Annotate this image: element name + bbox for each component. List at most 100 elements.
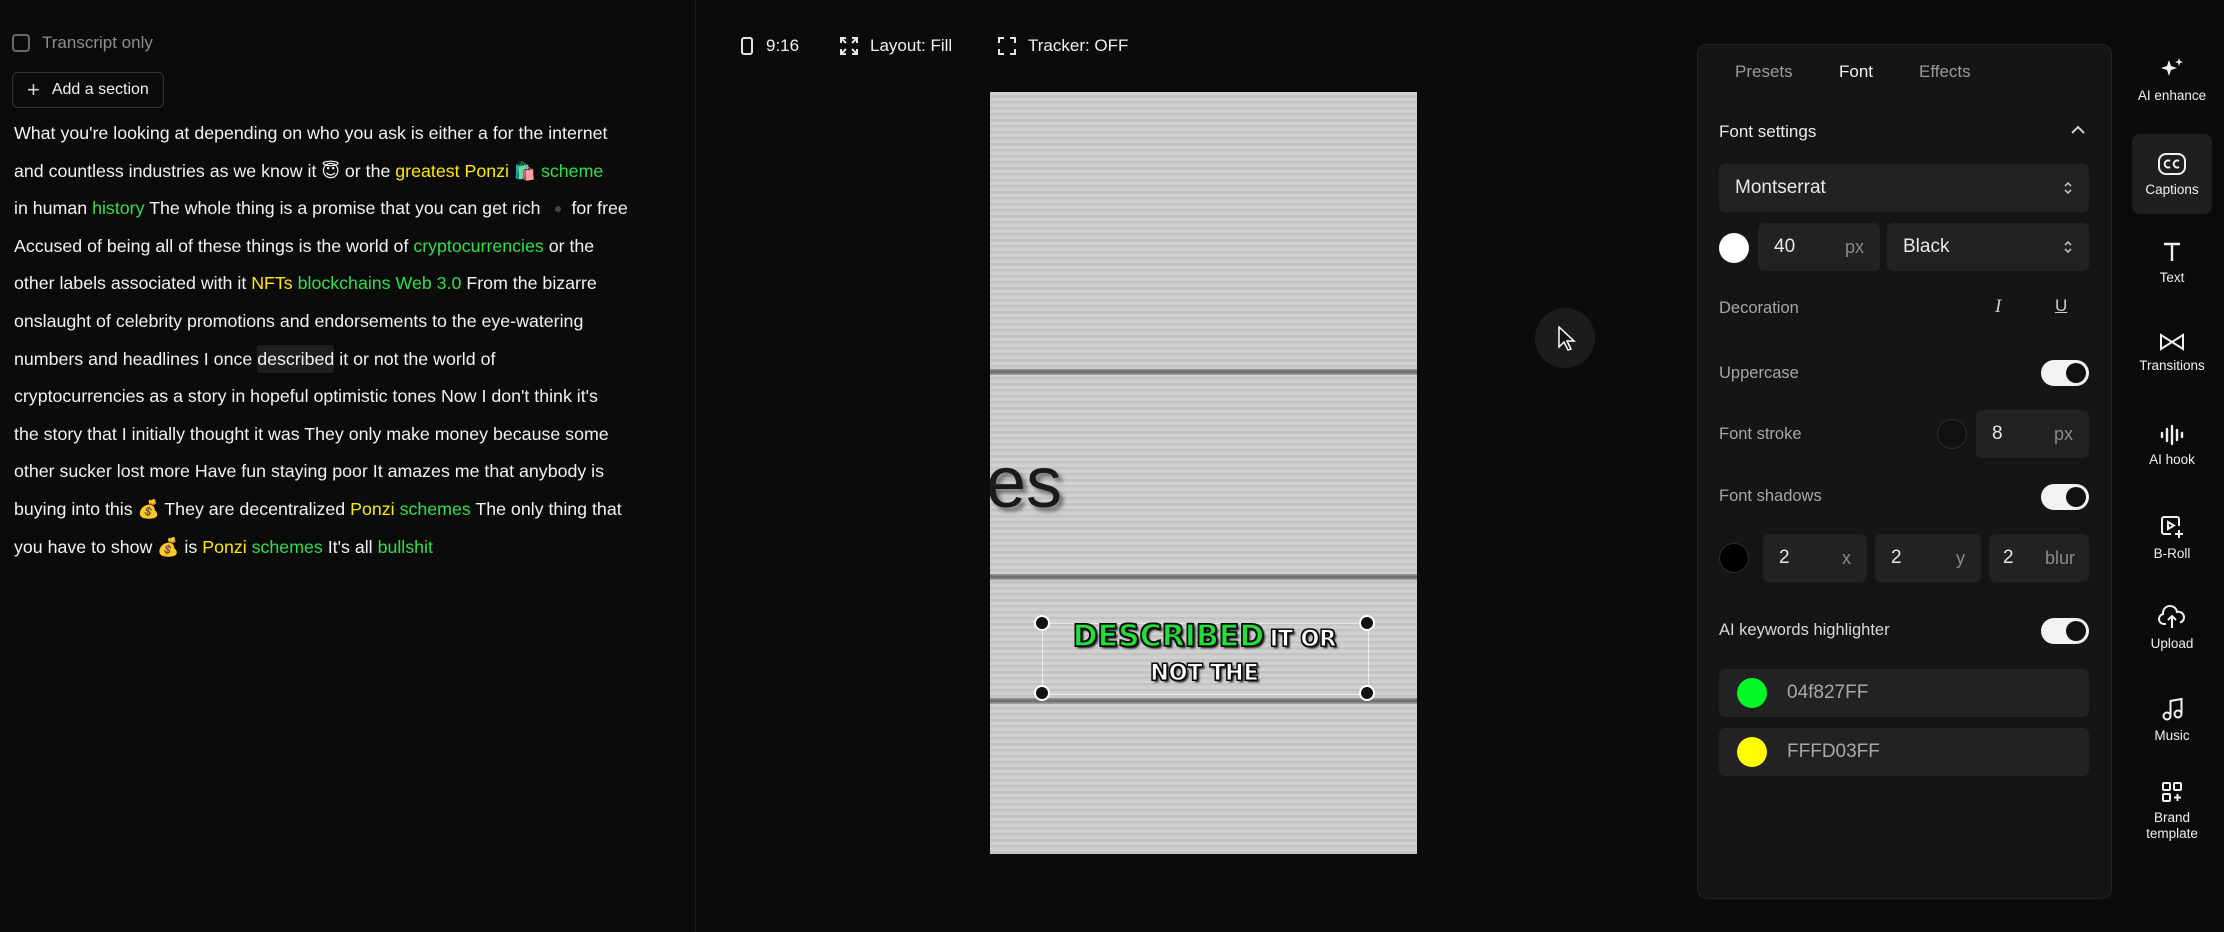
- keyword-color-row-1[interactable]: 04f827FF: [1719, 669, 2089, 717]
- transcript-segment[interactable]: 😇: [321, 161, 340, 181]
- italic-button[interactable]: I: [1995, 296, 2001, 318]
- keyword-word[interactable]: bullshit: [378, 537, 433, 557]
- transcript-segment[interactable]: it or not the world of: [334, 349, 495, 369]
- transcript-segment[interactable]: other labels associated with it: [14, 273, 251, 293]
- transcript-segment[interactable]: Accused of being all of these things is …: [14, 236, 413, 256]
- keyword-word[interactable]: Ponzi: [350, 499, 394, 519]
- aspect-ratio-button[interactable]: 9:16: [740, 36, 799, 56]
- transcript-segment[interactable]: The whole thing is a promise that you ca…: [144, 198, 545, 218]
- transcript-segment[interactable]: or the: [544, 236, 594, 256]
- transcript-segment[interactable]: in human: [14, 198, 92, 218]
- tab-font[interactable]: Font: [1839, 62, 1873, 82]
- add-section-button[interactable]: + Add a section: [12, 72, 164, 108]
- ai-keywords-toggle[interactable]: [2041, 618, 2089, 644]
- rail-item-ai-hook[interactable]: AI hook: [2132, 424, 2212, 484]
- font-family-value: Montserrat: [1735, 177, 1826, 198]
- tab-presets[interactable]: Presets: [1735, 62, 1793, 82]
- keyword-word[interactable]: schemes: [400, 499, 471, 519]
- transcript-only-checkbox[interactable]: [12, 34, 30, 52]
- font-size-input[interactable]: 40 px: [1758, 223, 1880, 271]
- rail-item-upload[interactable]: Upload: [2132, 604, 2212, 666]
- keyword-color-row-2[interactable]: FFFD03FF: [1719, 728, 2089, 776]
- rail-item-ai-enhance[interactable]: AI enhance: [2132, 56, 2212, 116]
- transcript-segment[interactable]: 💰: [138, 499, 160, 519]
- keyword-color-swatch[interactable]: [1737, 678, 1767, 708]
- transcript-segment[interactable]: numbers and headlines I once: [14, 349, 257, 369]
- rail-item-captions[interactable]: Captions: [2132, 134, 2212, 214]
- shadow-color-swatch[interactable]: [1719, 543, 1749, 573]
- transcript-segment[interactable]: you have to show: [14, 537, 157, 557]
- transcript-line[interactable]: What you're looking at depending on who …: [14, 115, 684, 153]
- keyword-word[interactable]: scheme: [541, 161, 603, 181]
- rail-label: Brand template: [2146, 810, 2198, 841]
- stroke-color-swatch[interactable]: [1937, 419, 1967, 449]
- keyword-word[interactable]: history: [92, 198, 144, 218]
- caption-overlay[interactable]: DESCRIBED IT OR NOT THE: [1042, 619, 1367, 691]
- rail-label: Captions: [2145, 181, 2199, 197]
- transcript-segment[interactable]: or the: [340, 161, 395, 181]
- transcript-segment[interactable]: onslaught of celebrity promotions and en…: [14, 311, 583, 331]
- transcript-line[interactable]: buying into this 💰 They are decentralize…: [14, 491, 684, 529]
- keyword-word[interactable]: cryptocurrencies: [413, 236, 543, 256]
- video-preview[interactable]: es: [990, 92, 1417, 854]
- transcript-line[interactable]: the story that I initially thought it wa…: [14, 416, 684, 454]
- add-section-label: Add a section: [51, 81, 149, 98]
- frame-icon: [998, 37, 1016, 55]
- transcript-segment[interactable]: They are decentralized: [160, 499, 350, 519]
- rail-item-music[interactable]: Music: [2132, 696, 2212, 758]
- transcript-line[interactable]: you have to show 💰 is Ponzi schemes It's…: [14, 529, 684, 567]
- transcript-text[interactable]: What you're looking at depending on who …: [14, 115, 684, 566]
- tracker-button[interactable]: Tracker: OFF: [998, 36, 1128, 56]
- keyword-word[interactable]: greatest Ponzi: [395, 161, 509, 181]
- shadows-toggle[interactable]: [2041, 484, 2089, 510]
- upload-icon: [2158, 604, 2185, 628]
- rail-item-b-roll[interactable]: B-Roll: [2132, 514, 2212, 576]
- stroke-width-input[interactable]: 8 px: [1976, 410, 2089, 458]
- rail-item-transitions[interactable]: Transitions: [2132, 332, 2212, 392]
- keyword-word[interactable]: Ponzi: [202, 537, 246, 557]
- shadow-y-value: 2: [1891, 547, 1902, 568]
- transcript-line[interactable]: numbers and headlines I once described i…: [14, 341, 684, 379]
- shadow-x-input[interactable]: 2 x: [1763, 534, 1867, 582]
- transcript-line[interactable]: other labels associated with it NFTs blo…: [14, 265, 684, 303]
- keyword-color-swatch[interactable]: [1737, 737, 1767, 767]
- tab-effects[interactable]: Effects: [1919, 62, 1971, 82]
- transcript-line[interactable]: in human history The whole thing is a pr…: [14, 190, 684, 228]
- shadow-y-input[interactable]: 2 y: [1875, 534, 1981, 582]
- font-weight-select[interactable]: Black: [1887, 223, 2089, 271]
- transcript-line[interactable]: Accused of being all of these things is …: [14, 228, 684, 266]
- transcript-segment[interactable]: buying into this: [14, 499, 138, 519]
- transcript-segment[interactable]: is: [179, 537, 202, 557]
- font-stroke-label: Font stroke: [1719, 425, 1802, 443]
- font-family-select[interactable]: Montserrat: [1719, 164, 2089, 212]
- underline-button[interactable]: U: [2055, 296, 2067, 316]
- shadow-blur-input[interactable]: 2 blur: [1989, 534, 2089, 582]
- transcript-segment[interactable]: 🛍️: [514, 161, 536, 181]
- rail-item-text[interactable]: Text: [2132, 240, 2212, 300]
- transcript-segment[interactable]: the story that I initially thought it wa…: [14, 424, 609, 444]
- transcript-segment[interactable]: It's all: [323, 537, 378, 557]
- keyword-word[interactable]: schemes: [252, 537, 323, 557]
- transcript-segment[interactable]: What you're looking at depending on who …: [14, 123, 608, 143]
- uppercase-toggle[interactable]: [2041, 360, 2089, 386]
- keyword-word[interactable]: NFTs: [251, 273, 292, 293]
- rail-item-brand-template[interactable]: Brand template: [2132, 780, 2212, 850]
- font-color-swatch[interactable]: [1719, 233, 1749, 263]
- transcript-segment[interactable]: From the bizarre: [461, 273, 596, 293]
- transcript-line[interactable]: other sucker lost more Have fun staying …: [14, 453, 684, 491]
- transcript-segment[interactable]: for free: [571, 198, 627, 218]
- current-word[interactable]: described: [257, 344, 335, 373]
- transcript-segment[interactable]: other sucker lost more Have fun staying …: [14, 461, 604, 481]
- transcript-segment[interactable]: 💰: [157, 537, 179, 557]
- transcript-line[interactable]: onslaught of celebrity promotions and en…: [14, 303, 684, 341]
- transcript-line[interactable]: cryptocurrencies as a story in hopeful o…: [14, 378, 684, 416]
- layout-button[interactable]: Layout: Fill: [840, 36, 952, 56]
- transcript-line[interactable]: and countless industries as we know it 😇…: [14, 153, 684, 191]
- transcript-segment[interactable]: The only thing that: [471, 499, 621, 519]
- frame-line: [990, 698, 1417, 704]
- keyword-word[interactable]: blockchains Web 3.0: [298, 273, 462, 293]
- transcript-segment[interactable]: and countless industries as we know it: [14, 161, 321, 181]
- stroke-width-unit: px: [2053, 423, 2073, 444]
- chevron-up-icon[interactable]: [2070, 124, 2086, 136]
- transcript-segment[interactable]: cryptocurrencies as a story in hopeful o…: [14, 386, 598, 406]
